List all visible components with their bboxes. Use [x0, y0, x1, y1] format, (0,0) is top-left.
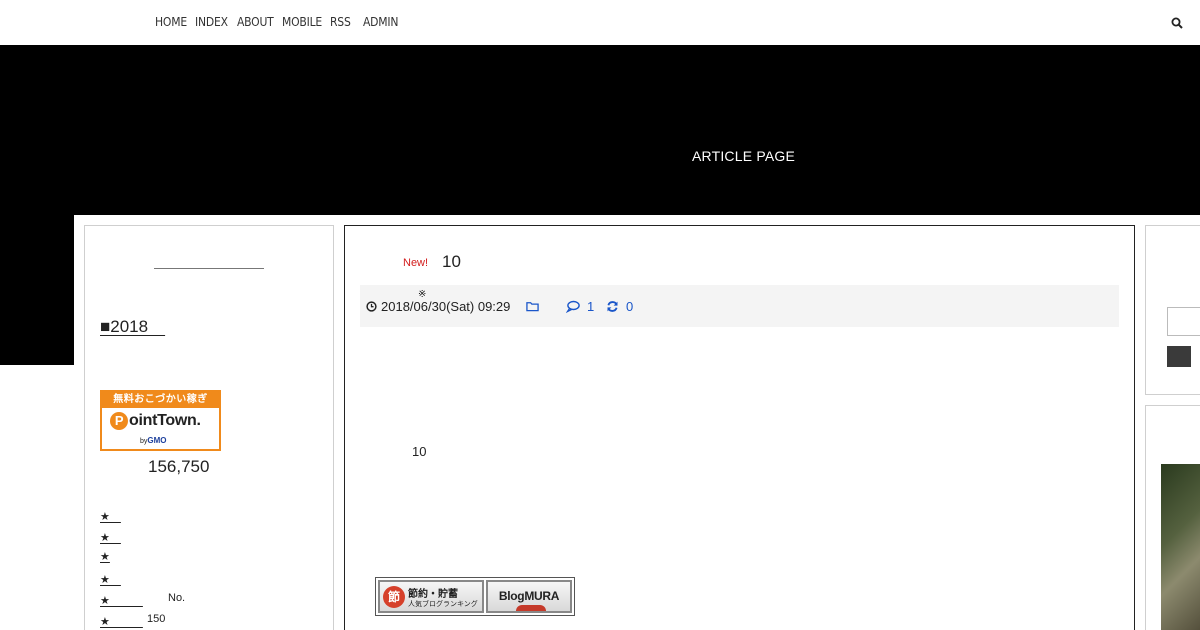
list-item-extra: No. [168, 592, 186, 604]
comment-icon[interactable] [566, 300, 580, 313]
pointtown-by-gmo: byGMO [140, 436, 167, 445]
sidebar-link-list: ★ ★ ★ ★ ★ No. ★ 150 [100, 508, 185, 630]
sidebar-heading-link[interactable]: ■2018 [100, 312, 165, 337]
nav-home-link[interactable]: HOME [155, 15, 187, 29]
sidebar-divider [154, 268, 264, 269]
list-item: ★ [100, 550, 143, 571]
blogmura-label: BlogMURA [498, 589, 560, 603]
article-panel: New! 10 ※ 2018/06/30(Sat) 09:29 1 0 10 節… [344, 225, 1135, 630]
nav-rss-link[interactable]: RSS [330, 15, 351, 29]
article-meta-bar: ※ 2018/06/30(Sat) 09:29 1 0 [360, 285, 1119, 327]
article-body-text: 10 [412, 444, 427, 459]
pointtown-p-icon: P [110, 412, 128, 430]
gmo-logo-text: GMO [147, 436, 167, 445]
folder-icon[interactable] [526, 300, 539, 312]
left-sidebar: ■2018 無料おこづかい稼ぎ PointTown. byGMO 156,750… [84, 225, 334, 630]
blog-ranking-button[interactable]: 節 節約・貯蓄 人気ブログランキング [378, 580, 484, 613]
refresh-icon[interactable] [606, 300, 619, 313]
ranking-banner: 節 節約・貯蓄 人気ブログランキング BlogMURA [375, 577, 575, 616]
ranking-sublabel: 人気ブログランキング [408, 601, 478, 608]
pointtown-banner-caption: 無料おこづかい稼ぎ [102, 392, 219, 408]
nav-about-link[interactable]: ABOUT [237, 15, 274, 29]
sidebar-star-link[interactable]: ★ [100, 508, 121, 524]
sidebar-star-link[interactable]: ★ [100, 613, 143, 629]
page-title: ARTICLE PAGE [692, 148, 796, 164]
nav-mobile-link[interactable]: MOBILE [282, 15, 322, 29]
sidebar-search-input[interactable] [1167, 307, 1200, 336]
list-item: ★ [100, 529, 143, 550]
sidebar-photo[interactable] [1161, 464, 1200, 630]
list-item-extra: 150 [147, 613, 166, 625]
right-sidebar-search-panel [1145, 225, 1200, 395]
sidebar-star-link[interactable]: ★ [100, 571, 121, 587]
visitor-counter: 156,750 [148, 457, 210, 476]
list-item: ★ [100, 571, 143, 592]
sidebar-star-link[interactable]: ★ [100, 550, 110, 563]
list-item: ★ 150 [100, 613, 165, 630]
pointtown-logo-text: ointTown. [129, 412, 201, 429]
blogmura-button[interactable]: BlogMURA [486, 580, 572, 613]
list-item: ★ [100, 508, 143, 529]
comment-count-link[interactable]: 1 [587, 299, 594, 314]
search-icon[interactable] [1171, 17, 1183, 29]
new-badge: New! [403, 257, 429, 269]
trackback-count-link[interactable]: 0 [626, 299, 633, 314]
pointtown-banner[interactable]: 無料おこづかい稼ぎ PointTown. byGMO [100, 390, 221, 451]
ranking-label: 節約・貯蓄 [408, 589, 458, 600]
sidebar-star-link[interactable]: ★ [100, 529, 121, 545]
list-item: ★ No. [100, 592, 185, 613]
ranking-badge-icon: 節 [383, 586, 405, 608]
article-title[interactable]: 10 [442, 252, 461, 272]
pointtown-logo: PointTown. [110, 412, 201, 430]
clock-icon [366, 301, 377, 312]
blogmura-logo-icon [516, 605, 546, 611]
header-banner: ARTICLE PAGE [0, 45, 1200, 215]
header-banner-extension [0, 215, 74, 365]
nav-admin-link[interactable]: ADMIN [363, 15, 398, 29]
right-sidebar-photo-panel [1145, 405, 1200, 630]
top-navigation: HOME INDEX ABOUT MOBILE RSS ADMIN [0, 0, 1200, 45]
sidebar-star-link[interactable]: ★ [100, 592, 143, 608]
nav-index-link[interactable]: INDEX [195, 15, 228, 29]
sidebar-search-button[interactable] [1167, 346, 1191, 367]
article-date: 2018/06/30(Sat) 09:29 [381, 299, 511, 314]
